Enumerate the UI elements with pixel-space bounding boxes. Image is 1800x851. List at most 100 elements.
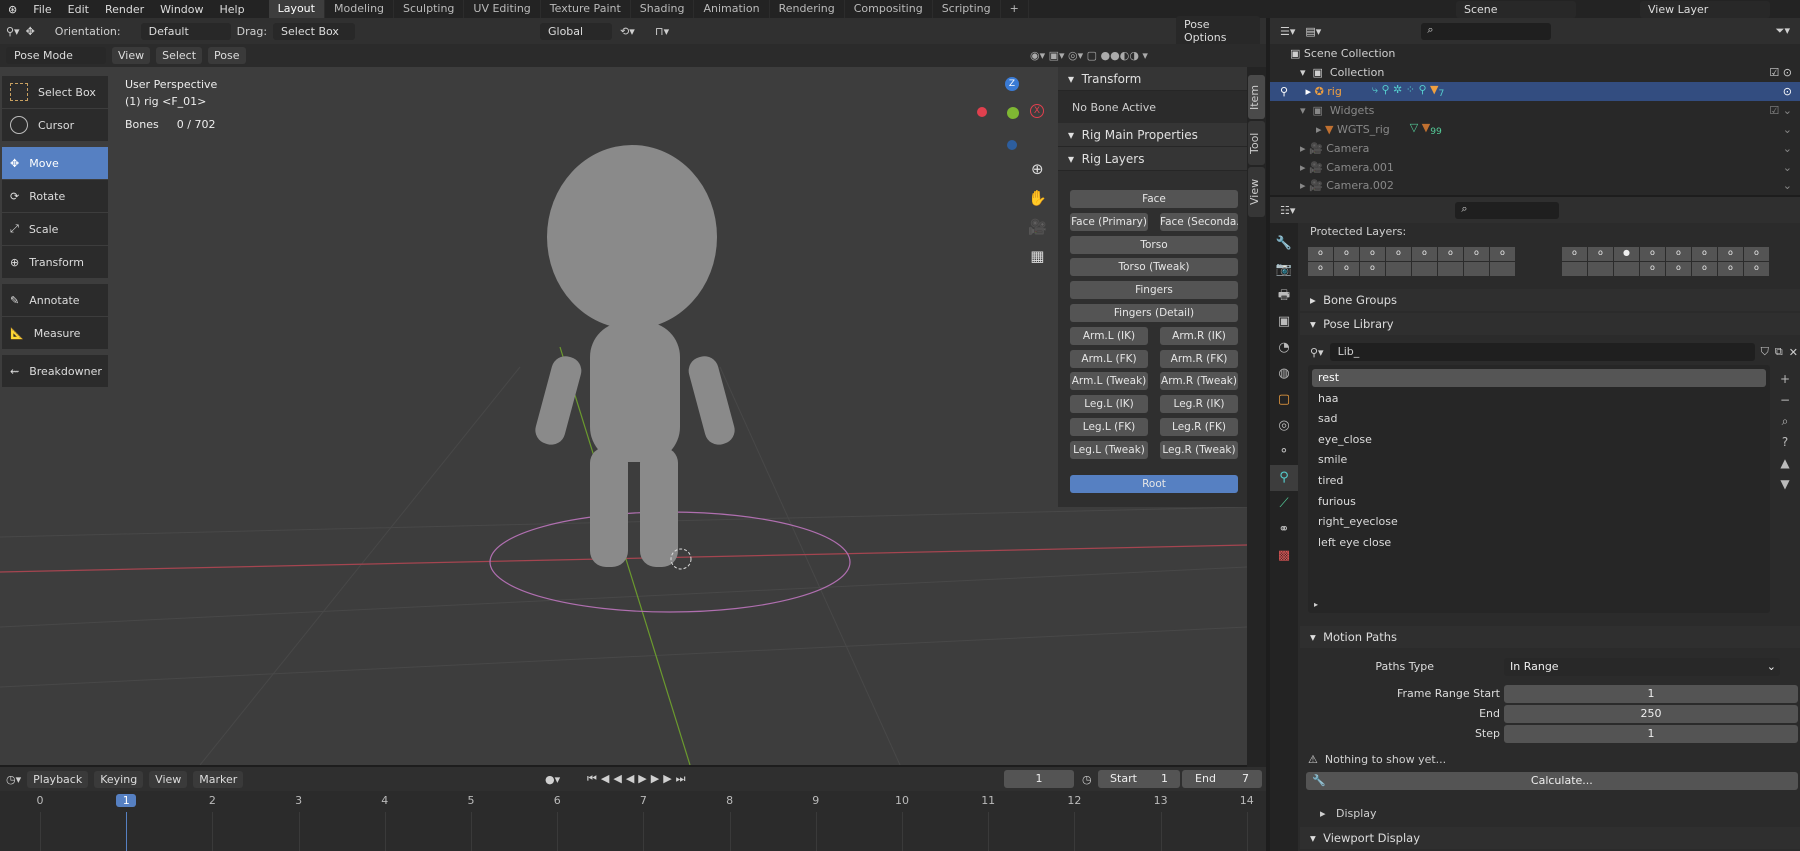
marker-menu[interactable]: Marker	[193, 770, 244, 788]
transform-orientation-dropdown[interactable]: Global	[540, 22, 612, 40]
remove-pose-icon[interactable]: −	[1780, 390, 1790, 411]
pose-list-item[interactable]: eye_close	[1312, 431, 1762, 449]
pose-options-dropdown[interactable]: Pose Options	[1176, 16, 1260, 46]
bone-constraint-tab-icon[interactable]: ⚭	[1270, 517, 1298, 543]
layer-button[interactable]: Arm.R (FK)	[1160, 349, 1238, 368]
menu-render[interactable]: Render	[97, 3, 152, 16]
pose-list-item[interactable]: tired	[1312, 472, 1762, 490]
move-down-icon[interactable]: ▼	[1780, 474, 1790, 495]
protected-layer-toggle[interactable]: o	[1666, 247, 1691, 261]
menu-help[interactable]: Help	[212, 3, 253, 16]
rig-main-properties-header[interactable]: ▾ Rig Main Properties	[1058, 123, 1247, 147]
visibility-icon[interactable]: ⌄	[1783, 123, 1792, 136]
outliner-search[interactable]: ⌕	[1421, 22, 1552, 40]
playback-controls[interactable]: ⏮◀◀◀▶▶▶⏭	[587, 772, 690, 786]
tab-sculpting[interactable]: Sculpting	[394, 0, 465, 18]
step-field[interactable]: 1	[1504, 725, 1798, 743]
constraints-tab-icon[interactable]: ⚬	[1270, 439, 1298, 465]
protected-layer-toggle[interactable]: o	[1640, 247, 1665, 261]
protected-layer-toggle[interactable]: o	[1360, 262, 1385, 276]
viewport-shading-icons[interactable]: ◉▾ ▣▾ ◎▾ ▢ ●●◐◑ ▾	[1030, 49, 1148, 62]
protected-layer-toggle[interactable]	[1386, 262, 1411, 276]
tab-modeling[interactable]: Modeling	[325, 0, 395, 18]
layer-button[interactable]: Leg.L (IK)	[1070, 395, 1148, 414]
current-frame-marker[interactable]: 1	[116, 794, 137, 807]
layer-button[interactable]: Arm.L (Tweak)	[1070, 372, 1148, 391]
outliner-widgets[interactable]: ▾ ▣ Widgets ☑ ⌄	[1270, 101, 1800, 120]
armature-tab-icon[interactable]: ⚲	[1270, 465, 1298, 491]
tool-tab-icon[interactable]: 🔧	[1270, 231, 1298, 257]
visibility-icon[interactable]: ⌄	[1783, 179, 1792, 192]
pose-list-item[interactable]: smile	[1312, 451, 1762, 469]
layer-button[interactable]: Torso (Tweak)	[1070, 258, 1238, 277]
protected-layer-toggle[interactable]: o	[1640, 262, 1665, 276]
texture-tab-icon[interactable]: ▩	[1270, 543, 1298, 569]
protected-layer-toggle[interactable]: o	[1718, 262, 1743, 276]
rig-layers-header[interactable]: ▾ Rig Layers	[1058, 147, 1247, 171]
protected-layer-toggle[interactable]	[1588, 262, 1613, 276]
pose-list-item[interactable]: right_eyeclose	[1312, 513, 1762, 531]
protected-layer-toggle[interactable]: o	[1386, 247, 1411, 261]
pose-list-item[interactable]: furious	[1312, 493, 1762, 511]
tab-rendering[interactable]: Rendering	[770, 0, 845, 18]
protected-layer-toggle[interactable]: o	[1588, 247, 1613, 261]
drag-dropdown[interactable]: Select Box	[273, 22, 356, 40]
layer-button[interactable]: Leg.L (Tweak)	[1070, 440, 1148, 459]
keyframe-record-icon[interactable]: ●▾	[545, 773, 560, 786]
pose-library-header[interactable]: ▾ Pose Library	[1300, 313, 1800, 335]
layer-button[interactable]: Face (Seconda...	[1160, 212, 1238, 231]
blender-logo-icon[interactable]: ⊛	[0, 3, 25, 16]
pose-list-item[interactable]: sad	[1312, 410, 1762, 428]
outliner-wgts-rig[interactable]: ▸ ▼ WGTS_rig ▽ ▼99 ⌄	[1270, 120, 1800, 139]
protected-layer-toggle[interactable]: o	[1334, 247, 1359, 261]
protected-layer-toggle[interactable]	[1464, 262, 1489, 276]
protected-layer-toggle[interactable]	[1412, 262, 1437, 276]
render-tab-icon[interactable]: 📷	[1270, 257, 1298, 283]
visibility-icon[interactable]: ⌄	[1783, 161, 1792, 174]
layer-button[interactable]: Face (Primary)	[1070, 212, 1148, 231]
layer-button[interactable]: Leg.R (IK)	[1160, 395, 1238, 414]
add-workspace-button[interactable]: +	[1001, 0, 1029, 18]
tab-uv-editing[interactable]: UV Editing	[464, 0, 541, 18]
timeline-editor-icon[interactable]: ◷▾	[6, 773, 21, 786]
protected-layer-toggle[interactable]: o	[1718, 247, 1743, 261]
protected-layer-toggle[interactable]	[1490, 262, 1515, 276]
protected-layer-toggle[interactable]: o	[1360, 247, 1385, 261]
object-tab-icon[interactable]: ▢	[1270, 387, 1298, 413]
layer-button[interactable]: Face	[1070, 190, 1238, 208]
calculate-button[interactable]: 🔧 Calculate...	[1306, 772, 1798, 790]
protected-layer-toggle[interactable]: o	[1692, 262, 1717, 276]
gizmo-x[interactable]: X	[1030, 104, 1044, 118]
protected-layers-grid[interactable]: o o o o o o o o o o ● o o o o o o o o o o o o o	[1308, 247, 1798, 277]
pose-list[interactable]: rest haa sad eye_close smile tired furious righ…	[1308, 365, 1770, 613]
pose-list-item[interactable]: rest	[1312, 369, 1766, 387]
bone-groups-header[interactable]: ▸ Bone Groups	[1300, 289, 1800, 311]
tab-view[interactable]: View	[1248, 167, 1265, 217]
outliner-camera-001[interactable]: ▸ 🎥 Camera.001 ⌄	[1270, 158, 1800, 177]
menu-window[interactable]: Window	[152, 3, 211, 16]
move-up-icon[interactable]: ▲	[1780, 453, 1790, 474]
gizmo-neg-x[interactable]	[977, 107, 987, 117]
outliner-collection[interactable]: ▾ ▣ Collection ☑ ⊙	[1270, 63, 1800, 82]
help-icon[interactable]: ?	[1780, 432, 1790, 453]
gizmo-y[interactable]	[1007, 107, 1019, 119]
protected-layer-toggle[interactable]	[1614, 262, 1639, 276]
timeline-view-menu[interactable]: View	[149, 770, 188, 788]
unlink-icon[interactable]: ✕	[1789, 346, 1798, 359]
pan-hand-icon[interactable]: ✋	[1028, 184, 1047, 213]
layer-button[interactable]: Leg.R (Tweak)	[1160, 440, 1238, 459]
layer-root-button[interactable]: Root	[1070, 475, 1238, 493]
pose-list-item[interactable]: left eye close	[1312, 534, 1762, 552]
tab-layout[interactable]: Layout	[268, 0, 325, 18]
snap-icon[interactable]: ⊓▾	[655, 25, 669, 38]
menu-pose[interactable]: Pose	[208, 47, 246, 64]
properties-search[interactable]: ⌕	[1455, 201, 1560, 219]
zoom-icon[interactable]: ⊕	[1028, 155, 1047, 184]
menu-file[interactable]: File	[25, 3, 59, 16]
protected-layer-toggle[interactable]: o	[1438, 247, 1463, 261]
transform-panel-header[interactable]: ▾ Transform	[1058, 67, 1247, 91]
layer-button[interactable]: Torso	[1070, 235, 1238, 254]
protected-layer-toggle[interactable]: o	[1744, 262, 1769, 276]
tool-transform[interactable]: ⊕ Transform	[2, 246, 108, 278]
end-frame-field[interactable]: End 7	[1182, 770, 1262, 788]
